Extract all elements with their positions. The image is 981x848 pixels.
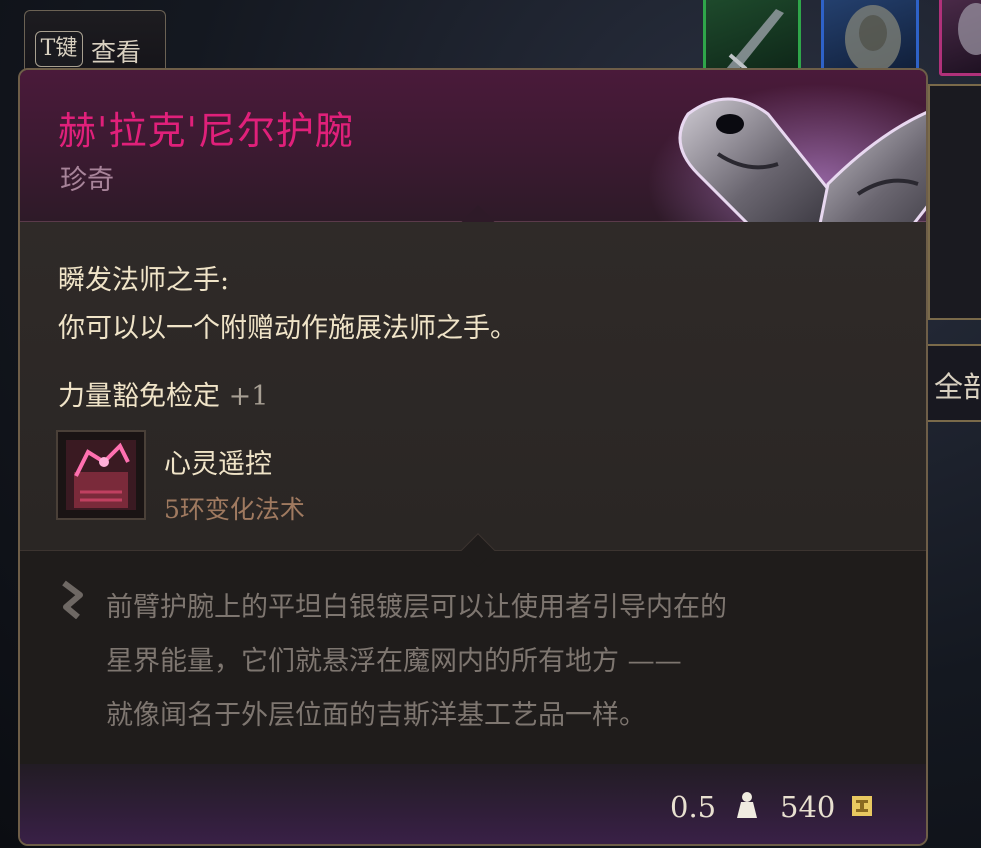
item-name: 赫'拉克'尼尔护腕 — [58, 109, 354, 153]
keycap-t: T键 — [35, 31, 83, 67]
spell-glyph-icon — [66, 440, 136, 510]
examine-label: 查看 — [91, 38, 142, 67]
spell-level: 5环变化法术 — [164, 495, 305, 524]
bracers-thumb-icon — [958, 3, 981, 55]
armor-icon — [845, 5, 901, 73]
lore-line-3: 就像闻名于外层位面的吉斯洋基工艺品一样。 — [106, 700, 646, 731]
lore-quill-icon — [62, 580, 83, 619]
sword-icon — [726, 9, 784, 73]
item-tooltip: 赫'拉克'尼尔护腕 珍奇 瞬发法师之手: 你可以以一个附赠动作施展法师之手。 力… — [18, 68, 928, 846]
passive-description: 你可以以一个附赠动作施展法师之手。 — [58, 313, 517, 344]
examine-keyhint[interactable]: T键 查看 — [24, 10, 166, 76]
spell-name: 心灵遥控 — [164, 449, 272, 480]
inventory-slot-sword[interactable] — [703, 0, 801, 76]
item-price: 540 — [780, 790, 836, 824]
weight-icon — [737, 792, 757, 818]
gold-coin-icon — [852, 796, 872, 816]
item-rarity: 珍奇 — [60, 165, 114, 196]
background-panel — [928, 84, 981, 320]
lore-line-2: 星界能量，它们就悬浮在魔网内的所有地方 —— — [106, 646, 682, 677]
stat-row: 力量豁免检定 +1 — [58, 374, 268, 413]
passive-title: 瞬发法师之手: — [58, 265, 230, 296]
telekinesis-icon[interactable] — [56, 430, 146, 520]
tooltip-footer: 0.5 540 — [20, 764, 926, 844]
inventory-slot-bracers[interactable] — [939, 0, 981, 76]
inventory-slot-armor[interactable] — [821, 0, 919, 76]
stat-label: 力量豁免检定 — [58, 381, 220, 412]
lore-line-1: 前臂护腕上的平坦白银镀层可以让使用者引导内在的 — [106, 592, 727, 623]
tooltip-body: 瞬发法师之手: 你可以以一个附赠动作施展法师之手。 力量豁免检定 +1 心灵遥控… — [20, 222, 926, 550]
filter-tab-label: 全部 — [934, 370, 981, 404]
item-weight: 0.5 — [670, 790, 717, 824]
lore-section: 前臂护腕上的平坦白银镀层可以让使用者引导内在的 星界能量，它们就悬浮在魔网内的所… — [20, 533, 926, 764]
filter-tab-all[interactable]: 全部 — [928, 344, 981, 422]
stat-bonus: +1 — [228, 381, 269, 412]
